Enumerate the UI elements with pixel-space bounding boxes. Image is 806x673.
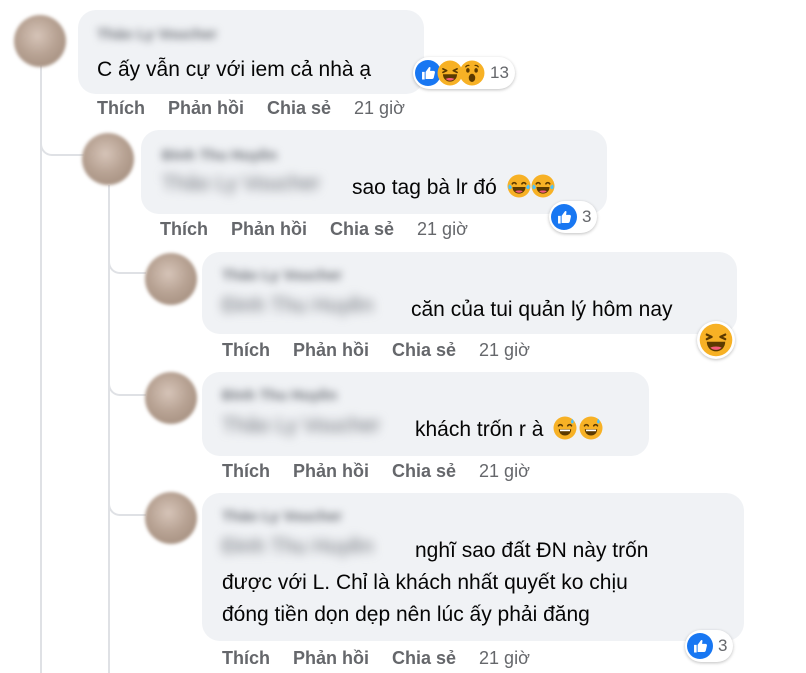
reply-button[interactable]: Phản hồi bbox=[293, 648, 369, 669]
thread-line-main bbox=[40, 65, 42, 673]
reply-button[interactable]: Phản hồi bbox=[168, 98, 244, 119]
comment-actions: Thích Phản hồi Chia sẻ 21 giờ bbox=[97, 98, 405, 119]
reply-button[interactable]: Phản hồi bbox=[231, 219, 307, 240]
reaction-summary[interactable]: 3 bbox=[685, 630, 734, 662]
comment-mention[interactable]: Đinh Thu Huyền bbox=[222, 294, 373, 318]
avatar[interactable] bbox=[82, 133, 134, 185]
comment-author[interactable]: Đinh Thu Huyền bbox=[222, 387, 337, 404]
comment-actions: Thích Phản hồi Chia sẻ 21 giờ bbox=[222, 340, 530, 361]
comment-text: khách trốn r à bbox=[415, 418, 544, 441]
reaction-summary[interactable]: 13 bbox=[413, 57, 515, 89]
timestamp[interactable]: 21 giờ bbox=[479, 340, 530, 361]
like-icon bbox=[687, 633, 713, 659]
comment-mention[interactable]: Đinh Thu Huyền bbox=[222, 535, 373, 559]
thread-curve-reply-3 bbox=[108, 380, 146, 396]
tears-of-joy-icon bbox=[531, 174, 555, 198]
timestamp[interactable]: 21 giờ bbox=[417, 219, 468, 240]
comment-text-line: nghĩ sao đất ĐN này trốn bbox=[415, 539, 649, 562]
grinning-sweat-icon bbox=[553, 416, 577, 440]
comment-text-row: sao tag bà lr đó bbox=[352, 172, 555, 204]
avatar[interactable] bbox=[14, 15, 66, 67]
avatar[interactable] bbox=[145, 372, 197, 424]
comment-text: căn của tui quản lý hôm nay bbox=[411, 298, 673, 321]
comment-actions: Thích Phản hồi Chia sẻ 21 giờ bbox=[222, 648, 530, 669]
wow-face-icon bbox=[459, 60, 485, 86]
avatar[interactable] bbox=[145, 492, 197, 544]
thread-curve-reply-1 bbox=[40, 140, 84, 156]
share-button[interactable]: Chia sẻ bbox=[267, 98, 331, 119]
comment-text: C ấy vẫn cự với iem cả nhà ạ bbox=[97, 58, 372, 81]
reply-button[interactable]: Phản hồi bbox=[293, 461, 369, 482]
comment-author[interactable]: Thảo Ly Voucher bbox=[222, 267, 342, 284]
tears-of-joy-icon bbox=[507, 174, 531, 198]
laughing-face-icon[interactable] bbox=[697, 321, 735, 359]
like-icon bbox=[551, 204, 577, 230]
like-button[interactable]: Thích bbox=[222, 461, 270, 482]
like-button[interactable]: Thích bbox=[160, 219, 208, 240]
comment-actions: Thích Phản hồi Chia sẻ 21 giờ bbox=[160, 219, 468, 240]
comment-text-line: đóng tiền dọn dẹp nên lúc ấy phải đăng bbox=[222, 603, 590, 626]
share-button[interactable]: Chia sẻ bbox=[330, 219, 394, 240]
like-button[interactable]: Thích bbox=[222, 648, 270, 669]
comment-author[interactable]: Đinh Thu Huyền bbox=[162, 147, 277, 164]
thread-curve-reply-4 bbox=[108, 500, 146, 516]
comment-mention[interactable]: Thảo Ly Voucher bbox=[162, 172, 320, 196]
share-button[interactable]: Chia sẻ bbox=[392, 461, 456, 482]
avatar[interactable] bbox=[145, 253, 197, 305]
comment-author[interactable]: Thảo Ly Voucher bbox=[97, 26, 217, 43]
grinning-sweat-icon bbox=[579, 416, 603, 440]
like-button[interactable]: Thích bbox=[222, 340, 270, 361]
comment-author[interactable]: Thảo Ly Voucher bbox=[222, 508, 342, 525]
timestamp[interactable]: 21 giờ bbox=[354, 98, 405, 119]
comment-actions: Thích Phản hồi Chia sẻ 21 giờ bbox=[222, 461, 530, 482]
comment-text-line: được với L. Chỉ là khách nhất quyết ko c… bbox=[222, 571, 628, 594]
like-button[interactable]: Thích bbox=[97, 98, 145, 119]
share-button[interactable]: Chia sẻ bbox=[392, 648, 456, 669]
reaction-summary[interactable]: 3 bbox=[549, 201, 598, 233]
share-button[interactable]: Chia sẻ bbox=[392, 340, 456, 361]
comment-text: sao tag bà lr đó bbox=[352, 176, 497, 199]
reaction-count: 13 bbox=[490, 63, 509, 82]
comment-mention[interactable]: Thảo Ly Voucher bbox=[222, 414, 380, 438]
reaction-count: 3 bbox=[582, 207, 592, 226]
thread-curve-reply-2 bbox=[108, 258, 146, 274]
comment-text-row: khách trốn r à bbox=[415, 414, 603, 446]
timestamp[interactable]: 21 giờ bbox=[479, 648, 530, 669]
timestamp[interactable]: 21 giờ bbox=[479, 461, 530, 482]
reaction-count: 3 bbox=[718, 636, 728, 655]
reply-button[interactable]: Phản hồi bbox=[293, 340, 369, 361]
